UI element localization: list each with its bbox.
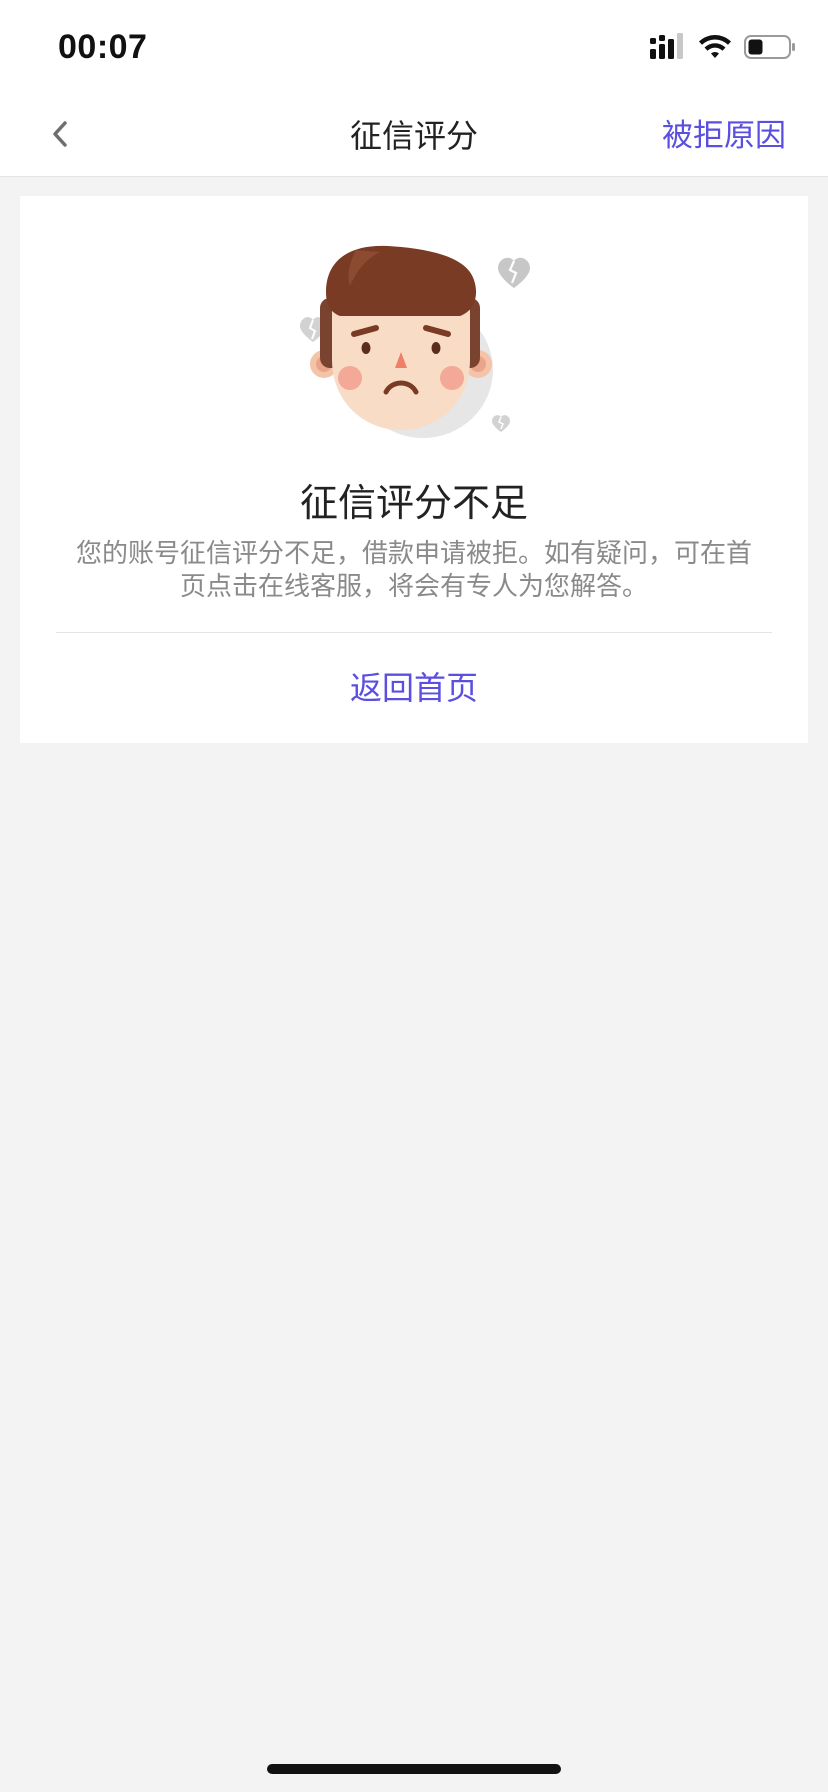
back-button[interactable] [30, 106, 90, 166]
return-home-button[interactable]: 返回首页 [20, 633, 808, 743]
result-title: 征信评分不足 [299, 481, 528, 525]
chevron-left-icon [48, 118, 72, 154]
cellular-signal-icon [650, 33, 686, 65]
status-icons [650, 32, 796, 66]
nav-bar: 征信评分 被拒原因 [0, 96, 828, 177]
status-bar: 00:07 [0, 0, 828, 96]
battery-icon [744, 34, 796, 64]
page-title: 征信评分 [349, 117, 478, 155]
sad-face-illustration [260, 240, 560, 450]
result-card: 征信评分不足 您的账号征信评分不足，借款申请被拒。如有疑问，可在首页点击在线客服… [20, 196, 808, 743]
result-description: 您的账号征信评分不足，借款申请被拒。如有疑问，可在首页点击在线客服，将会有专人为… [75, 539, 752, 602]
broken-heart-icon [492, 415, 510, 432]
broken-heart-icon [498, 257, 530, 288]
home-indicator [267, 1764, 561, 1774]
wifi-icon [698, 34, 732, 64]
rejection-reason-link[interactable]: 被拒原因 [662, 96, 786, 176]
status-time: 00:07 [58, 28, 148, 66]
